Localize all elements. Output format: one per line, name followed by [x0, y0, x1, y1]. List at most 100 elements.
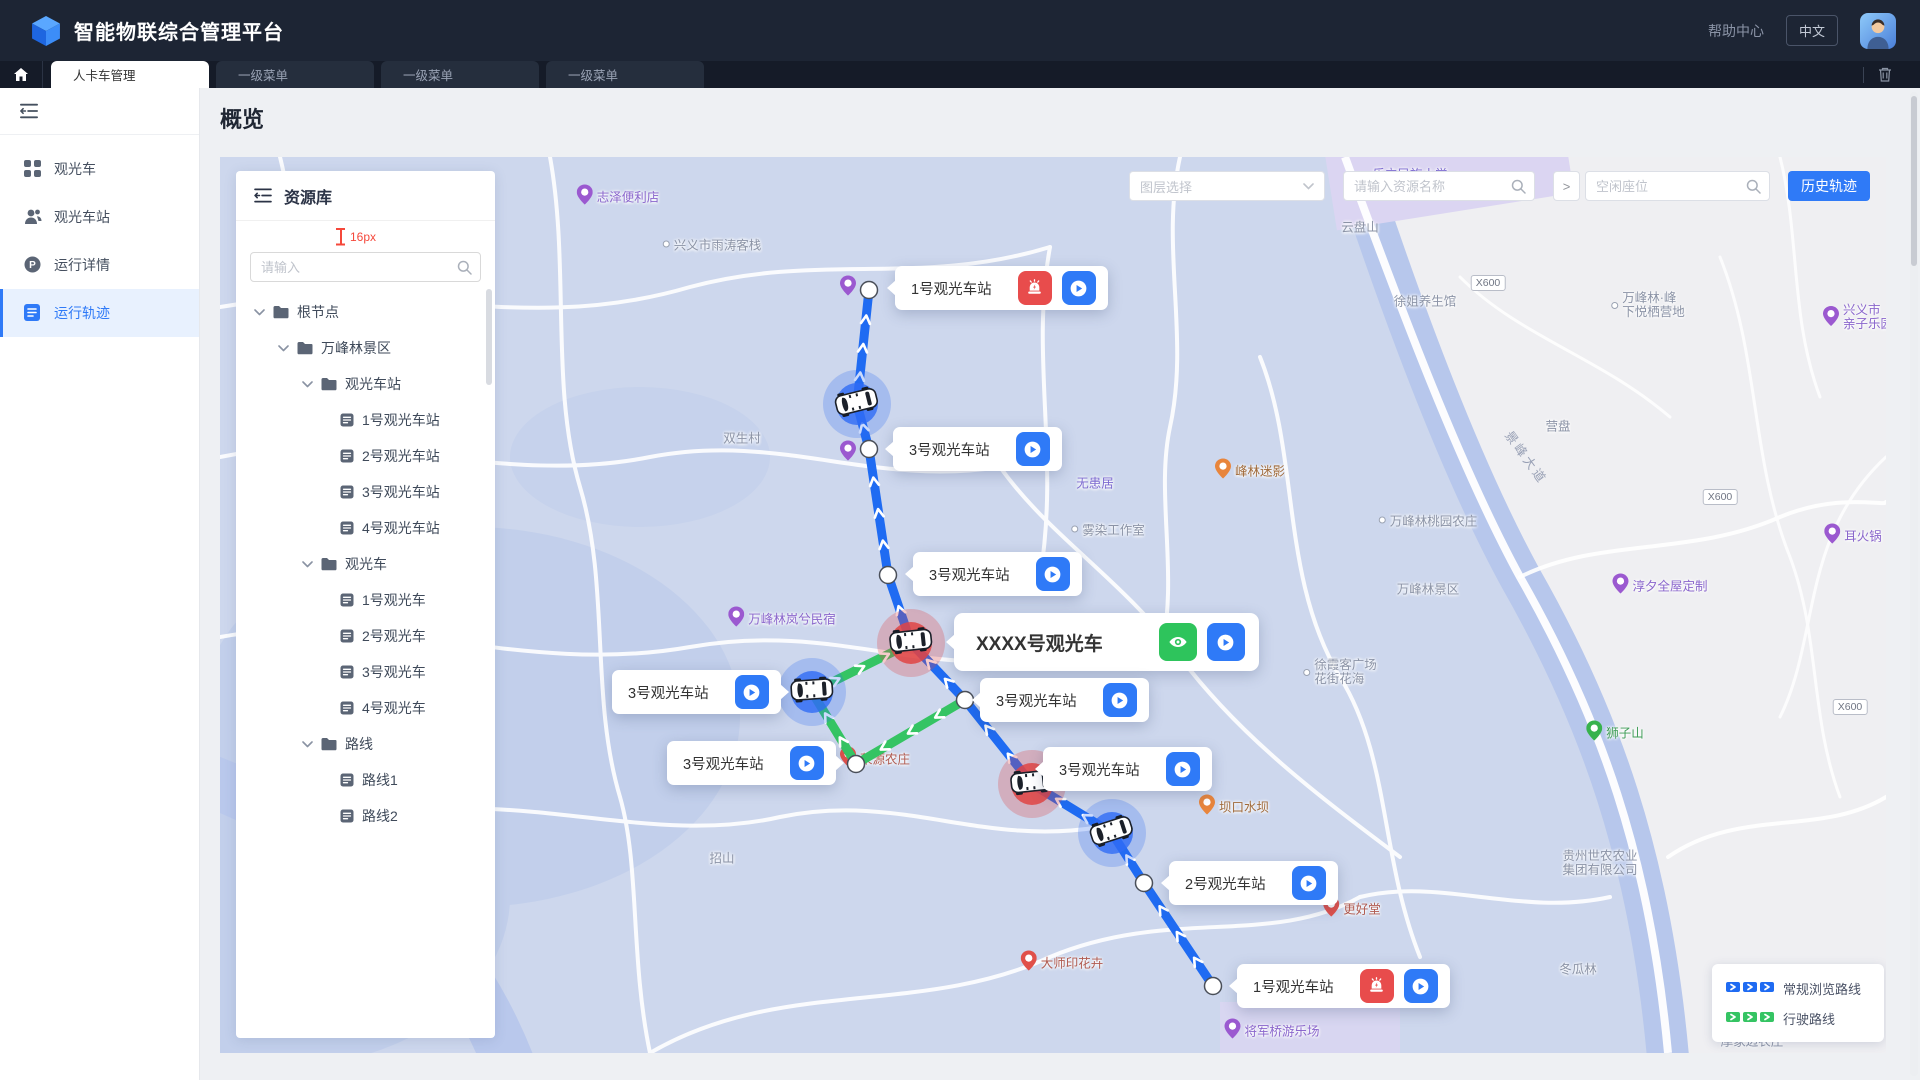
play-button[interactable]	[1166, 752, 1200, 786]
tab-label: 一级菜单	[403, 65, 453, 84]
tab-3[interactable]: 一级菜单	[546, 61, 704, 88]
eye-button[interactable]	[1159, 623, 1197, 661]
tree-node-5[interactable]: 3号观光车站	[236, 474, 495, 510]
chevron-down-icon[interactable]	[278, 345, 289, 352]
alarm-button[interactable]	[1018, 271, 1052, 305]
layer-select-value: 图层选择	[1140, 177, 1192, 196]
map-label-3号观光车站[interactable]: 3号观光车站	[913, 552, 1082, 596]
label-text: XXXX号观光车	[976, 629, 1103, 656]
play-button[interactable]	[1207, 623, 1245, 661]
chevron-down-icon[interactable]	[302, 561, 313, 568]
tab-bar: 人卡车管理一级菜单一级菜单一级菜单	[0, 61, 1920, 88]
map-label-3号观光车站[interactable]: 3号观光车站	[1043, 747, 1212, 791]
route-line-swatch	[1726, 1009, 1774, 1027]
tree-node-2[interactable]: 观光车站	[236, 366, 495, 402]
tree-node-label: 观光车站	[345, 374, 401, 394]
play-button[interactable]	[1292, 866, 1326, 900]
map-label-XXXX号观光车[interactable]: XXXX号观光车	[954, 613, 1259, 671]
tab-bar-tabs: 人卡车管理一级菜单一级菜单一级菜单	[51, 61, 711, 88]
play-button[interactable]	[1016, 432, 1050, 466]
label-pointer	[972, 692, 981, 708]
tree-node-label: 3号观光车站	[362, 482, 440, 502]
play-button[interactable]	[1062, 271, 1096, 305]
language-button[interactable]: 中文	[1786, 15, 1838, 46]
map-label-1号观光车站[interactable]: 1号观光车站	[895, 266, 1108, 310]
history-track-button[interactable]: 历史轨迹	[1788, 171, 1870, 201]
label-pointer	[887, 280, 896, 296]
layer-select-dropdown[interactable]: 图层选择	[1129, 171, 1325, 201]
trash-icon[interactable]	[1878, 67, 1892, 82]
tree-node-13[interactable]: 路线1	[236, 762, 495, 798]
tree-search-box[interactable]	[250, 252, 481, 282]
label-pointer	[885, 441, 894, 457]
chevron-down-icon[interactable]	[302, 381, 313, 388]
map-label-3号观光车站[interactable]: 3号观光车站	[612, 670, 781, 714]
map-canvas[interactable]: 志泽便利店兴义市雨涛客栈乐立民族小学云盘山X600徐姐养生馆万峰林·峰下悦栖营地…	[220, 157, 1886, 1053]
search-icon	[457, 260, 472, 280]
annotation-text: 16px	[350, 230, 376, 244]
seat-search-box[interactable]	[1585, 171, 1770, 201]
resource-panel: 资源库 16px 根节点万峰林景区观光车站1号观光车站2号观光车站3号观光车站4…	[236, 171, 495, 1038]
measure-icon	[336, 228, 345, 245]
user-avatar[interactable]	[1860, 13, 1896, 49]
tree-node-label: 3号观光车	[362, 662, 426, 682]
folder-icon	[321, 377, 337, 391]
seat-search-input[interactable]	[1586, 179, 1769, 194]
play-button[interactable]	[1036, 557, 1070, 591]
tree-node-4[interactable]: 2号观光车站	[236, 438, 495, 474]
sidebar-item-1[interactable]: 观光车站	[0, 193, 199, 241]
play-button[interactable]	[790, 746, 824, 780]
sidebar-item-label: 运行详情	[54, 255, 110, 275]
tree-node-label: 路线2	[362, 806, 398, 826]
tree-node-12[interactable]: 路线	[236, 726, 495, 762]
label-pointer	[1035, 761, 1044, 777]
sidebar-item-0[interactable]: 观光车	[0, 145, 199, 193]
tab-0[interactable]: 人卡车管理	[51, 61, 209, 88]
tree-node-0[interactable]: 根节点	[236, 294, 495, 330]
map-controls: 图层选择 >	[1129, 171, 1870, 201]
greater-than-button[interactable]: >	[1553, 171, 1580, 201]
play-button[interactable]	[1103, 683, 1137, 717]
resource-search-input[interactable]	[1344, 179, 1534, 194]
tree-node-8[interactable]: 1号观光车	[236, 582, 495, 618]
label-text: 2号观光车站	[1185, 873, 1266, 894]
app-logo-icon	[32, 16, 60, 46]
page-scrollbar-thumb[interactable]	[1911, 96, 1917, 266]
label-pointer	[835, 755, 844, 771]
tree-scrollbar-thumb[interactable]	[486, 289, 492, 385]
resource-search-box[interactable]	[1343, 171, 1535, 201]
tab-1[interactable]: 一级菜单	[216, 61, 374, 88]
play-button[interactable]	[735, 675, 769, 709]
map-label-1号观光车站[interactable]: 1号观光车站	[1237, 964, 1450, 1008]
sidebar-item-3[interactable]: 运行轨迹	[0, 289, 199, 337]
label-text: 3号观光车站	[628, 682, 709, 703]
route-line-swatch	[1726, 979, 1774, 997]
chevron-down-icon[interactable]	[254, 309, 265, 316]
app-window: 智能物联综合管理平台 帮助中心 中文 人卡车管理一级菜单一级菜单一级菜单	[0, 0, 1920, 1080]
alarm-button[interactable]	[1360, 969, 1394, 1003]
play-button[interactable]	[1404, 969, 1438, 1003]
sidebar-item-2[interactable]: P运行详情	[0, 241, 199, 289]
tree-node-1[interactable]: 万峰林景区	[236, 330, 495, 366]
tree-node-10[interactable]: 3号观光车	[236, 654, 495, 690]
document-icon	[340, 413, 354, 427]
panel-collapse-icon[interactable]	[254, 188, 272, 203]
track-icon	[24, 304, 42, 322]
map-label-3号观光车站[interactable]: 3号观光车站	[893, 427, 1062, 471]
chevron-down-icon[interactable]	[302, 741, 313, 748]
tree-node-14[interactable]: 路线2	[236, 798, 495, 834]
map-label-2号观光车站[interactable]: 2号观光车站	[1169, 861, 1338, 905]
sidebar-collapse-button[interactable]	[0, 88, 199, 135]
tree-node-11[interactable]: 4号观光车	[236, 690, 495, 726]
map-label-3号观光车站[interactable]: 3号观光车站	[980, 678, 1149, 722]
tree-node-6[interactable]: 4号观光车站	[236, 510, 495, 546]
tree-node-9[interactable]: 2号观光车	[236, 618, 495, 654]
tab-2[interactable]: 一级菜单	[381, 61, 539, 88]
help-center-link[interactable]: 帮助中心	[1708, 21, 1764, 41]
tree-search-input[interactable]	[250, 252, 481, 282]
tree-node-3[interactable]: 1号观光车站	[236, 402, 495, 438]
tree-node-7[interactable]: 观光车	[236, 546, 495, 582]
map-label-3号观光车站[interactable]: 3号观光车站	[667, 741, 836, 785]
document-icon	[340, 485, 354, 499]
home-button[interactable]	[0, 61, 43, 88]
